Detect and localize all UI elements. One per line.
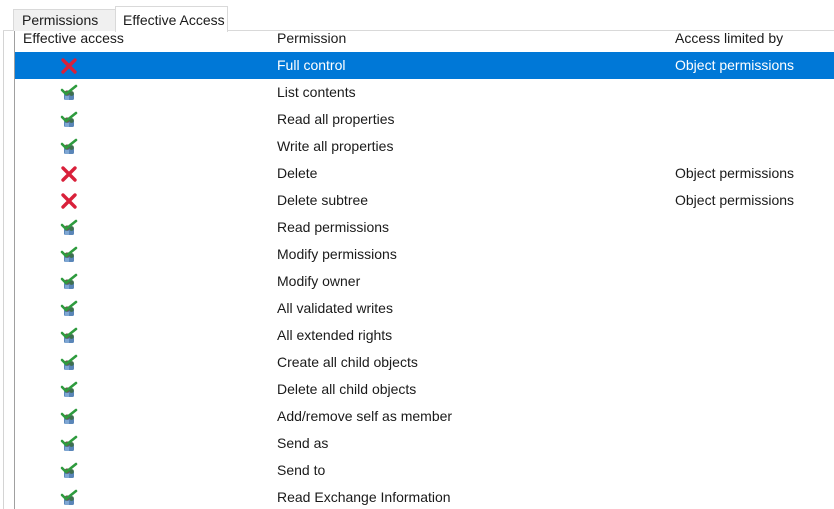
allowed-check-user-icon [60, 219, 78, 237]
allowed-check-user-icon [60, 462, 78, 480]
access-limited-by: Object permissions [675, 192, 795, 208]
permission-name: All validated writes [277, 300, 393, 316]
list-item[interactable]: All validated writes [15, 295, 834, 322]
permission-name: Read all properties [277, 111, 395, 127]
allowed-check-user-icon [60, 435, 78, 451]
access-limited-by: Object permissions [675, 165, 795, 181]
permission-name: Modify permissions [277, 246, 397, 262]
allowed-check-user-icon [60, 219, 78, 235]
allowed-check-user-icon [60, 300, 78, 318]
effective-access-list[interactable]: Effective access Permission Access limit… [14, 31, 834, 509]
denied-x-icon [60, 165, 78, 183]
list-item[interactable]: Delete Object permissions [15, 160, 834, 187]
column-header-permission[interactable]: Permission [277, 31, 346, 45]
list-item[interactable]: List contents [15, 79, 834, 106]
list-item[interactable]: Add/remove self as member [15, 403, 834, 430]
list-item[interactable]: Modify permissions [15, 241, 834, 268]
list-header: Effective access Permission Access limit… [15, 31, 834, 51]
allowed-check-user-icon [60, 489, 78, 507]
access-limited-by: Object permissions [675, 57, 795, 73]
denied-x-icon [61, 58, 77, 74]
allowed-check-user-icon [60, 111, 78, 127]
denied-x-icon [60, 57, 78, 75]
allowed-check-user-icon [60, 273, 78, 291]
list-item[interactable]: All extended rights [15, 322, 834, 349]
allowed-check-user-icon [60, 408, 78, 424]
allowed-check-user-icon [60, 84, 78, 100]
tab-permissions-label: Permissions [22, 12, 99, 28]
allowed-check-user-icon [60, 84, 78, 102]
allowed-check-user-icon [60, 381, 78, 397]
allowed-check-user-icon [60, 462, 78, 478]
permission-name: Send as [277, 435, 329, 451]
allowed-check-user-icon [60, 246, 78, 264]
list-item[interactable]: Read all properties [15, 106, 834, 133]
list-item[interactable]: Write all properties [15, 133, 834, 160]
permission-name: List contents [277, 84, 356, 100]
list-item[interactable]: Send to [15, 457, 834, 484]
permission-name: All extended rights [277, 327, 393, 343]
permission-name: Add/remove self as member [277, 408, 453, 424]
list-item[interactable]: Read permissions [15, 214, 834, 241]
denied-x-icon [61, 193, 77, 209]
list-rows: Full control Object permissions List con… [15, 52, 834, 509]
allowed-check-user-icon [60, 354, 78, 372]
denied-x-icon [60, 192, 78, 210]
allowed-check-user-icon [60, 354, 78, 370]
effective-access-panel: Permissions Effective Access Effective a… [0, 0, 834, 509]
permission-name: Modify owner [277, 273, 361, 289]
allowed-check-user-icon [60, 381, 78, 399]
allowed-check-user-icon [60, 300, 78, 316]
tab-effective-access-label: Effective Access [123, 12, 225, 28]
column-header-access-limited-by[interactable]: Access limited by [675, 31, 783, 45]
list-item[interactable]: Send as [15, 430, 834, 457]
permission-name: Write all properties [277, 138, 394, 154]
allowed-check-user-icon [60, 327, 78, 345]
column-header-effective-access[interactable]: Effective access [23, 31, 124, 45]
list-item[interactable]: Delete all child objects [15, 376, 834, 403]
denied-x-icon [61, 166, 77, 182]
allowed-check-user-icon [60, 111, 78, 129]
permission-name: Delete all child objects [277, 381, 417, 397]
permission-name: Read permissions [277, 219, 390, 235]
allowed-check-user-icon [60, 138, 78, 154]
allowed-check-user-icon [60, 273, 78, 289]
permission-name: Delete [277, 165, 318, 181]
panel-border [3, 30, 4, 509]
tab-effective-access[interactable]: Effective Access [115, 6, 228, 32]
allowed-check-user-icon [60, 489, 78, 505]
allowed-check-user-icon [60, 408, 78, 426]
permission-name: Create all child objects [277, 354, 418, 370]
allowed-check-user-icon [60, 246, 78, 262]
list-item[interactable]: Read Exchange Information [15, 484, 834, 509]
allowed-check-user-icon [60, 327, 78, 343]
allowed-check-user-icon [60, 435, 78, 453]
list-item[interactable]: Modify owner [15, 268, 834, 295]
tab-permissions[interactable]: Permissions [13, 9, 116, 31]
permission-name: Delete subtree [277, 192, 369, 208]
permission-name: Send to [277, 462, 326, 478]
allowed-check-user-icon [60, 138, 78, 156]
list-item[interactable]: Full control Object permissions [15, 52, 834, 79]
permission-name: Read Exchange Information [277, 489, 451, 505]
list-item[interactable]: Delete subtree Object permissions [15, 187, 834, 214]
list-item[interactable]: Create all child objects [15, 349, 834, 376]
permission-name: Full control [277, 57, 346, 73]
